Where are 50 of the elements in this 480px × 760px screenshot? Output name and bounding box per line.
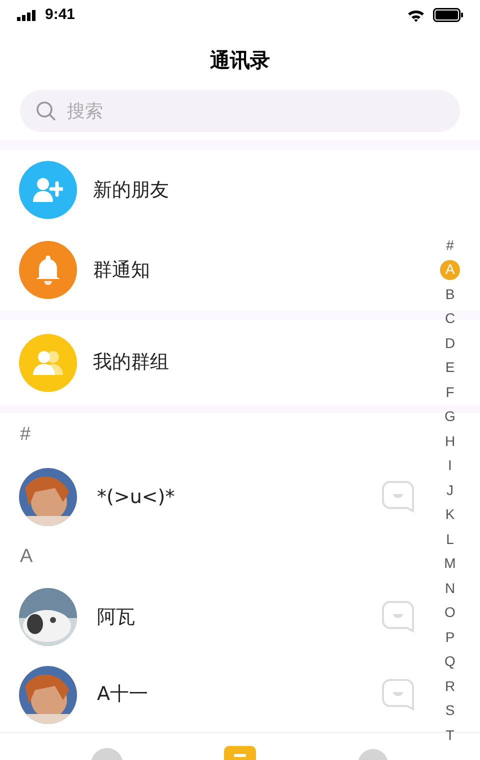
chat-bubble-icon[interactable] (382, 678, 414, 710)
index-letter[interactable]: B (440, 284, 460, 304)
chat-bubble-icon[interactable] (382, 601, 414, 633)
index-letter[interactable]: O (440, 602, 460, 623)
section-header: A (20, 544, 33, 569)
index-letter[interactable]: M (440, 554, 460, 574)
item-label: 我的群组 (93, 350, 169, 376)
index-letter[interactable]: N (440, 578, 460, 598)
index-letter[interactable]: D (440, 333, 460, 354)
index-letter[interactable]: J (440, 480, 460, 500)
index-letter[interactable]: # (440, 235, 460, 256)
search-field[interactable]: 搜索 (20, 90, 460, 132)
contact-row[interactable]: 阿瓦 (0, 577, 430, 657)
page-title: 通讯录 (210, 47, 270, 74)
battery-icon (433, 8, 463, 22)
index-letter[interactable]: E (440, 358, 460, 378)
person-tab-icon[interactable] (358, 748, 388, 760)
list-item[interactable]: 我的群组 (0, 320, 430, 405)
index-letter[interactable]: S (440, 700, 460, 721)
index-letter[interactable]: Q (440, 652, 460, 672)
index-letter[interactable]: T (440, 725, 460, 746)
add-person-icon (33, 177, 63, 203)
list-item[interactable]: 新的朋友 (0, 150, 430, 230)
contacts-tab-icon[interactable] (224, 746, 256, 760)
list-item[interactable]: 群通知 (0, 230, 430, 310)
index-letter[interactable]: F (440, 382, 460, 402)
index-letter[interactable]: H (440, 431, 460, 452)
chat-bubble-icon[interactable] (382, 481, 414, 513)
signal-icon (17, 10, 37, 20)
index-letter[interactable]: R (440, 676, 460, 696)
item-label: 新的朋友 (93, 178, 169, 203)
bell-icon (34, 255, 62, 285)
index-letter[interactable]: L (440, 529, 460, 550)
contact-row[interactable]: A十一 (0, 657, 430, 732)
chat-tab-icon[interactable] (90, 748, 123, 760)
index-letter[interactable]: G (440, 406, 460, 427)
index-letter[interactable]: P (440, 627, 460, 648)
contact-name: A十一 (97, 682, 149, 708)
index-letter[interactable]: C (440, 308, 460, 329)
contact-row[interactable]: *(>u<)* (0, 457, 430, 537)
contact-name: *(>u<)* (97, 484, 176, 510)
group-icon (32, 350, 64, 376)
contact-name: 阿瓦 (97, 604, 136, 630)
item-label: 群通知 (93, 258, 150, 283)
index-letter[interactable]: K (440, 504, 460, 525)
status-time: 9:41 (45, 4, 76, 25)
wifi-icon (407, 8, 425, 22)
section-header: # (20, 422, 31, 447)
search-icon (36, 101, 56, 121)
index-letter[interactable]: I (440, 456, 460, 476)
